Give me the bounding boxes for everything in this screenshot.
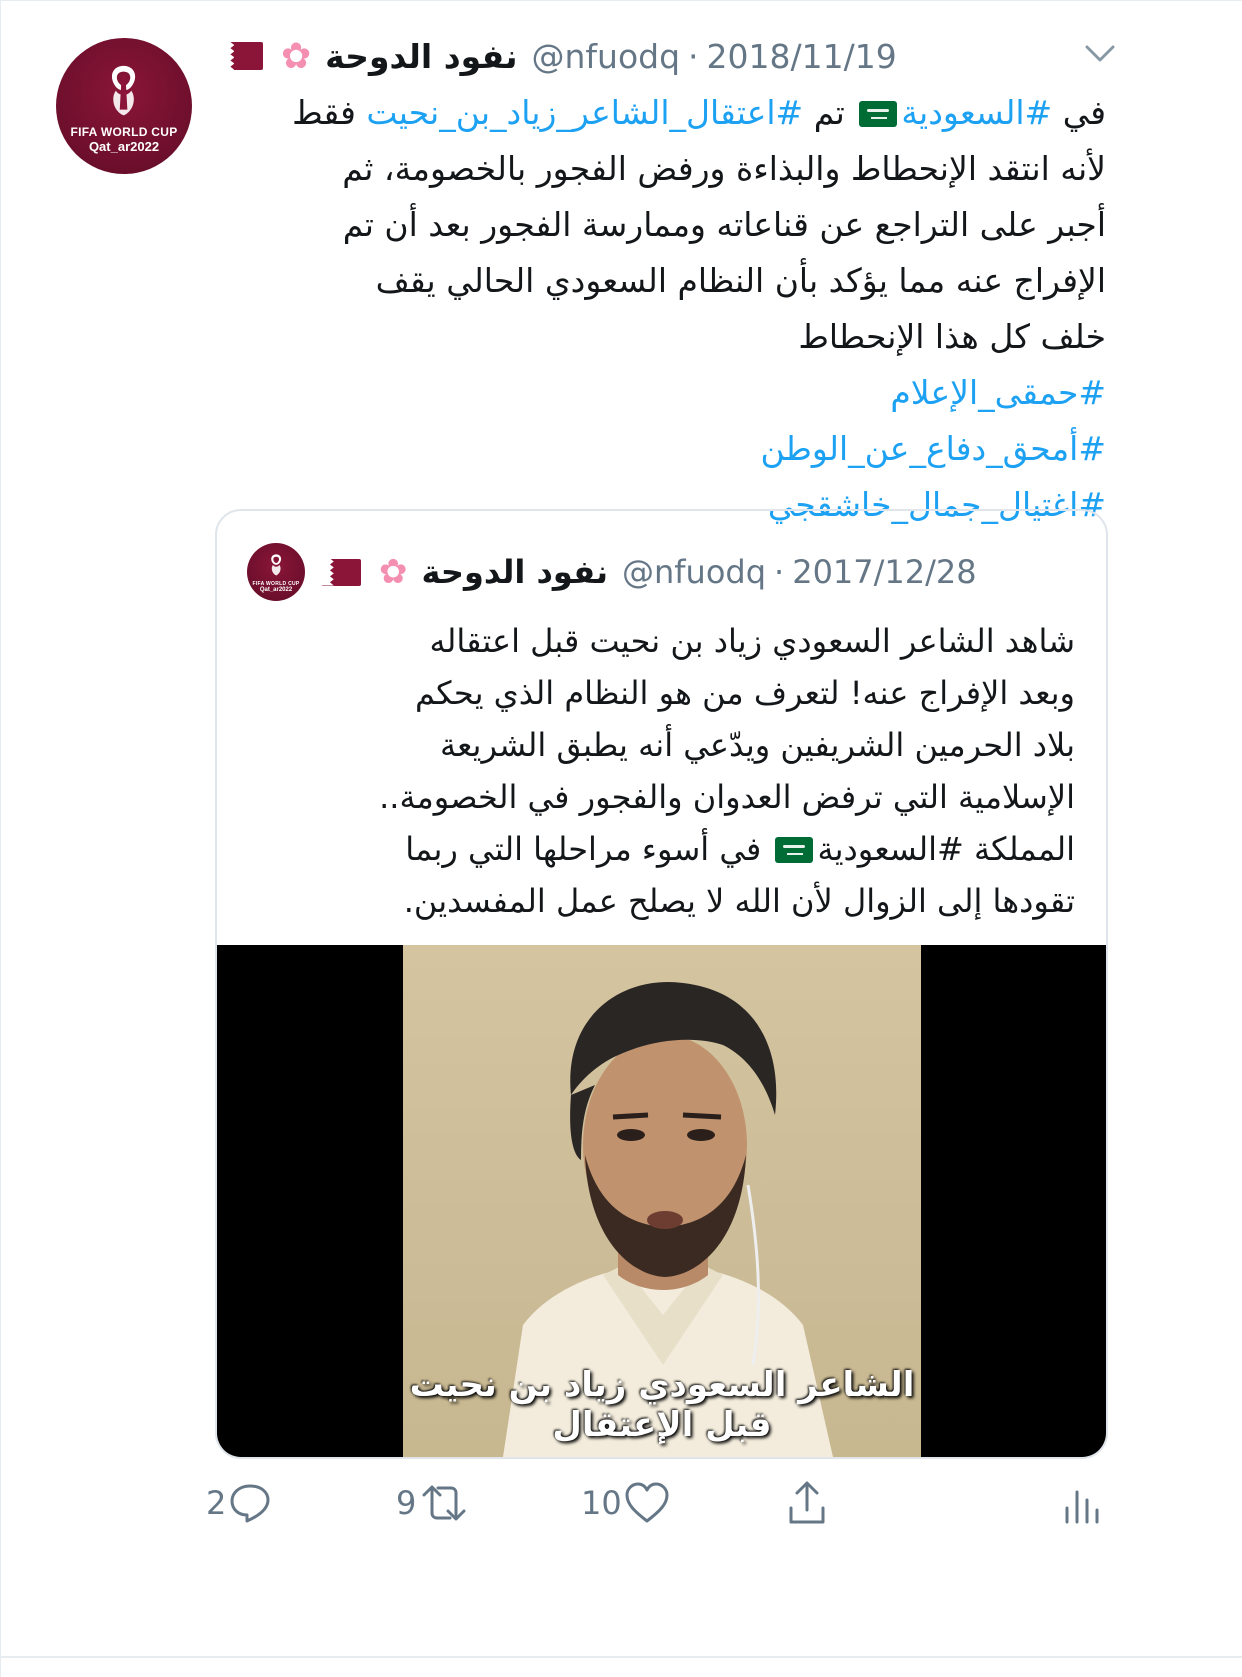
quoted-text-line: شاهد الشاعر السعودي زياد بن نحيت قبل اعت…: [429, 622, 1075, 660]
tweet-text-line: لأنه انتقد الإنحطاط والبذاءة ورفض الفجور…: [342, 149, 1106, 188]
text-segment: في: [1052, 93, 1106, 132]
hashtag-link[interactable]: #حمقى_الإعلام: [201, 365, 1106, 421]
world-cup-emblem-icon: [112, 65, 136, 116]
like-count: 10: [581, 1484, 622, 1522]
quoted-text-line: الإسلامية التي ترفض العدوان والفجور في ا…: [379, 778, 1075, 816]
retweet-icon: [422, 1485, 466, 1521]
quoted-avatar: FIFA WORLD CUP Qat_ar2022: [247, 543, 305, 601]
quoted-handle: @nfuodq: [622, 553, 767, 591]
video-thumbnail[interactable]: الشاعر السعودي زياد بن نحيت قبل الإعتقال: [403, 945, 921, 1457]
avatar-text-line1: FIFA WORLD CUP: [70, 125, 178, 140]
saudi-flag-icon: [775, 837, 814, 863]
divider: [1, 1656, 1242, 1658]
cherry-blossom-icon: ✿: [379, 552, 408, 592]
hashtag-link[interactable]: #أمحق_دفاع_عن_الوطن: [201, 421, 1106, 477]
text-segment: في أسوء مراحلها التي ربما: [405, 830, 772, 868]
reply-icon: [230, 1484, 270, 1523]
quoted-avatar-text-line2: Qat_ar2022: [259, 586, 293, 593]
world-cup-emblem-icon: [271, 554, 281, 576]
retweet-count: 9: [396, 1484, 417, 1522]
hashtag-link[interactable]: #السعودية: [901, 93, 1052, 132]
qatar-flag-icon: [221, 42, 263, 70]
quoted-tweet-text: شاهد الشاعر السعودي زياد بن نحيت قبل اعت…: [257, 615, 1075, 927]
quoted-tweet-card[interactable]: FIFA WORLD CUP Qat_ar2022 ✿ نفود الدوحة …: [215, 509, 1108, 1459]
quoted-text-line: تقودها إلى الزوال لأن الله لا يصلح عمل ا…: [403, 882, 1075, 920]
quoted-tweet-date: 2017/12/28: [792, 553, 977, 591]
avatar-text-line2: Qat_ar2022: [88, 139, 160, 155]
video-subtitle: الشاعر السعودي زياد بن نحيت قبل الإعتقال: [409, 1365, 915, 1445]
avatar[interactable]: FIFA WORLD CUP Qat_ar2022: [56, 38, 192, 174]
share-icon: [789, 1481, 825, 1524]
quoted-display-name: نفود الدوحة: [421, 553, 609, 591]
tweet-container: FIFA WORLD CUP Qat_ar2022 ✿ نفود الدوحة …: [0, 0, 1242, 1677]
text-segment: فقط: [292, 93, 367, 132]
video-media[interactable]: الشاعر السعودي زياد بن نحيت قبل الإعتقال: [217, 945, 1106, 1457]
analytics-icon: [1065, 1490, 1099, 1524]
share-button[interactable]: [783, 1477, 831, 1529]
handle[interactable]: @nfuodq: [532, 37, 681, 76]
text-segment: المملكة #السعودية: [817, 830, 1075, 868]
quoted-separator: ·: [774, 553, 785, 591]
retweet-button[interactable]: 9: [396, 1477, 472, 1529]
tweet-header: ✿ نفود الدوحة @nfuodq · 2018/11/19: [221, 31, 897, 81]
analytics-button[interactable]: [1061, 1477, 1101, 1529]
tweet-text-line: خلف كل هذا الإنحطاط: [798, 317, 1106, 356]
quoted-text-line: وبعد الإفراج عنه! لتعرف من هو النظام الذ…: [414, 674, 1075, 712]
qatar-flag-icon: [321, 558, 361, 586]
quoted-text-line: المملكة #السعودية في أسوء مراحلها التي ر…: [257, 823, 1075, 875]
hashtag-link[interactable]: #اعتقال_الشاعر_زياد_بن_نحيت: [366, 93, 803, 132]
quoted-text-line: بلاد الحرمين الشريفين ويدّعي أنه يطبق ال…: [439, 726, 1075, 764]
text-segment: تم: [803, 93, 856, 132]
chevron-down-icon[interactable]: [1081, 33, 1119, 71]
tweet-text-line: الإفراج عنه مما يؤكد بأن النظام السعودي …: [375, 261, 1106, 300]
cherry-blossom-icon: ✿: [281, 35, 312, 77]
reply-button[interactable]: 2: [206, 1477, 274, 1529]
display-name[interactable]: نفود الدوحة: [325, 37, 517, 76]
tweet-date[interactable]: 2018/11/19: [707, 37, 897, 76]
saudi-flag-icon: [859, 101, 898, 127]
tweet-text-line: في #السعودية تم #اعتقال_الشاعر_زياد_بن_ن…: [201, 85, 1106, 141]
like-icon: [625, 1482, 669, 1523]
separator: ·: [688, 36, 699, 76]
tweet-text-line: أجبر على التراجع عن قناعاته وممارسة الفج…: [342, 205, 1106, 244]
tweet-text: في #السعودية تم #اعتقال_الشاعر_زياد_بن_ن…: [201, 85, 1106, 533]
reply-count: 2: [206, 1484, 227, 1522]
action-bar: 2 9 10: [1, 1477, 1242, 1537]
like-button[interactable]: 10: [581, 1477, 672, 1529]
quoted-tweet-header: ✿ نفود الدوحة @nfuodq · 2017/12/28: [321, 547, 977, 597]
